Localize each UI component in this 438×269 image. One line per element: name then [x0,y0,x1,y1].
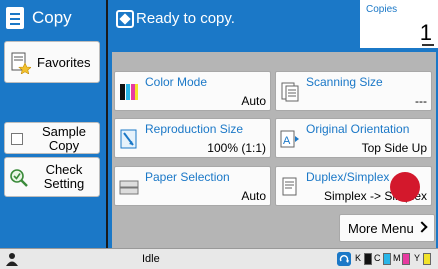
sample-copy-label: Sample Copy [41,124,87,153]
app-header: Copy [0,0,106,36]
chevron-right-icon [416,221,428,233]
reproduction-size-value: 100% (1:1) [207,141,266,155]
sample-copy-checkbox[interactable] [11,133,23,145]
favorites-star-icon [11,52,31,74]
scanning-size-value: --- [415,94,427,108]
reproduction-size-icon [120,129,137,149]
original-orientation-icon: A [280,130,299,148]
ready-diamond-icon [116,10,134,28]
color-mode-label: Color Mode [145,75,208,89]
original-orientation-label: Original Orientation [306,122,410,136]
copies-field[interactable]: Copies 1 [360,0,438,48]
copies-cursor [422,44,434,46]
sample-copy-button[interactable]: Sample Copy [4,122,100,154]
color-mode-tile[interactable]: Color Mode Auto [114,71,271,111]
duplex-simplex-label: Duplex/Simplex [306,170,390,184]
copy-document-icon [6,7,24,29]
color-mode-value: Auto [241,94,266,108]
device-state: Idle [142,253,160,265]
user-icon[interactable] [6,252,18,266]
status-message: Ready to copy. [136,10,235,27]
toner-m-bar [402,253,410,265]
more-menu-label: More Menu [348,221,414,236]
toner-k-label: K [355,253,362,263]
scanning-size-tile[interactable]: Scanning Size --- [275,71,432,111]
touch-indicator [390,172,420,202]
refresh-icon[interactable] [337,252,351,266]
original-orientation-value: Top Side Up [361,141,427,155]
bottom-status-bar: Idle K C M Y [0,248,438,269]
toner-m-label: M [393,253,401,263]
status-bar: Ready to copy. [108,8,358,32]
toner-k-bar [364,253,372,265]
check-setting-button[interactable]: Check Setting [4,157,100,197]
scanning-size-icon [281,82,299,102]
paper-selection-value: Auto [241,189,266,203]
paper-selection-label: Paper Selection [145,170,230,184]
check-setting-magnifier-icon [10,169,28,187]
paper-tray-icon [119,180,139,195]
favorites-label: Favorites [37,55,91,70]
left-sidebar: Favorites Sample Copy Check Setting [0,36,106,248]
scanning-size-label: Scanning Size [306,75,383,89]
duplex-document-icon [282,177,297,196]
toner-y-bar [423,253,431,265]
more-menu-button[interactable]: More Menu [339,214,435,242]
reproduction-size-label: Reproduction Size [145,122,244,136]
toner-c-bar [383,253,391,265]
favorites-button[interactable]: Favorites [4,41,100,83]
toner-y-label: Y [414,253,421,263]
svg-text:A: A [283,135,291,147]
copies-value: 1 [419,20,432,45]
app-title: Copy [32,8,72,27]
reproduction-size-tile[interactable]: Reproduction Size 100% (1:1) [114,118,271,158]
paper-selection-tile[interactable]: Paper Selection Auto [114,166,271,206]
color-mode-icon [120,84,138,100]
original-orientation-tile[interactable]: A Original Orientation Top Side Up [275,118,432,158]
copies-label: Copies [366,4,398,15]
toner-c-label: C [374,253,381,263]
check-setting-label: Check Setting [43,162,85,191]
